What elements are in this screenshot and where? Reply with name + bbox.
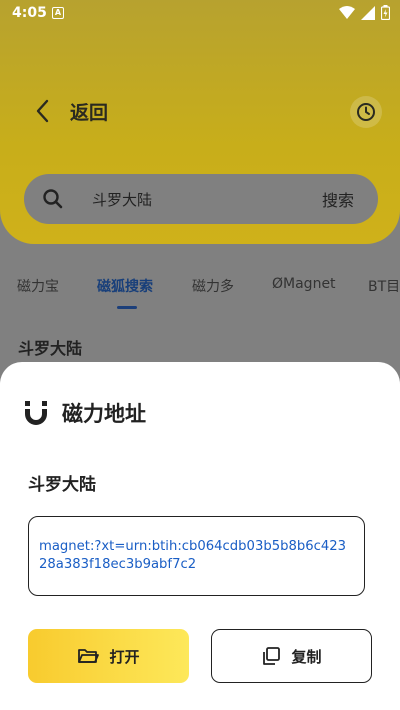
copy-button[interactable]: 复制 — [211, 629, 372, 683]
search-input[interactable]: 斗罗大陆 — [92, 189, 152, 210]
sheet-header: 磁力地址 — [24, 398, 146, 428]
wifi-icon — [339, 5, 355, 19]
clock-icon — [357, 103, 375, 121]
search-icon — [43, 189, 63, 209]
source-tabs: 磁力宝 磁狐搜索 磁力多 ØMagnet BT目 — [0, 272, 400, 312]
signal-icon — [361, 5, 375, 20]
copy-button-label: 复制 — [291, 647, 322, 666]
magnet-bottom-sheet: 磁力地址 斗罗大陆 magnet:?xt=urn:btih:cb064cdb03… — [0, 362, 400, 710]
battery-icon — [381, 5, 390, 20]
tab-cilibao[interactable]: 磁力宝 — [17, 276, 59, 296]
copy-icon — [263, 647, 281, 665]
tab-cihu-search[interactable]: 磁狐搜索 — [97, 276, 153, 296]
history-button[interactable] — [350, 96, 382, 128]
page-title[interactable]: 返回 — [70, 98, 108, 125]
tab-omagnet[interactable]: ØMagnet — [272, 276, 336, 292]
search-bar[interactable]: 斗罗大陆 搜索 — [24, 174, 378, 224]
tab-ciliduo[interactable]: 磁力多 — [192, 276, 234, 296]
open-button[interactable]: 打开 — [28, 629, 189, 683]
folder-icon — [78, 649, 100, 663]
notification-icon: A — [52, 7, 64, 19]
back-arrow-icon[interactable] — [30, 96, 56, 126]
result-title[interactable]: 斗罗大陆 — [18, 335, 82, 359]
status-time: 4:05 — [12, 5, 47, 21]
tab-bt[interactable]: BT目 — [368, 276, 400, 296]
open-button-label: 打开 — [109, 647, 140, 666]
magnet-icon — [25, 401, 47, 425]
magnet-link-box[interactable]: magnet:?xt=urn:btih:cb064cdb03b5b8b6c423… — [28, 516, 365, 596]
search-button[interactable]: 搜索 — [322, 187, 354, 211]
active-tab-indicator — [117, 306, 137, 309]
resource-name: 斗罗大陆 — [28, 475, 96, 495]
sheet-title: 磁力地址 — [62, 402, 146, 426]
magnet-link[interactable]: magnet:?xt=urn:btih:cb064cdb03b5b8b6c423… — [39, 538, 354, 574]
status-icons — [339, 5, 390, 20]
status-bar: 4:05 A — [0, 0, 400, 28]
